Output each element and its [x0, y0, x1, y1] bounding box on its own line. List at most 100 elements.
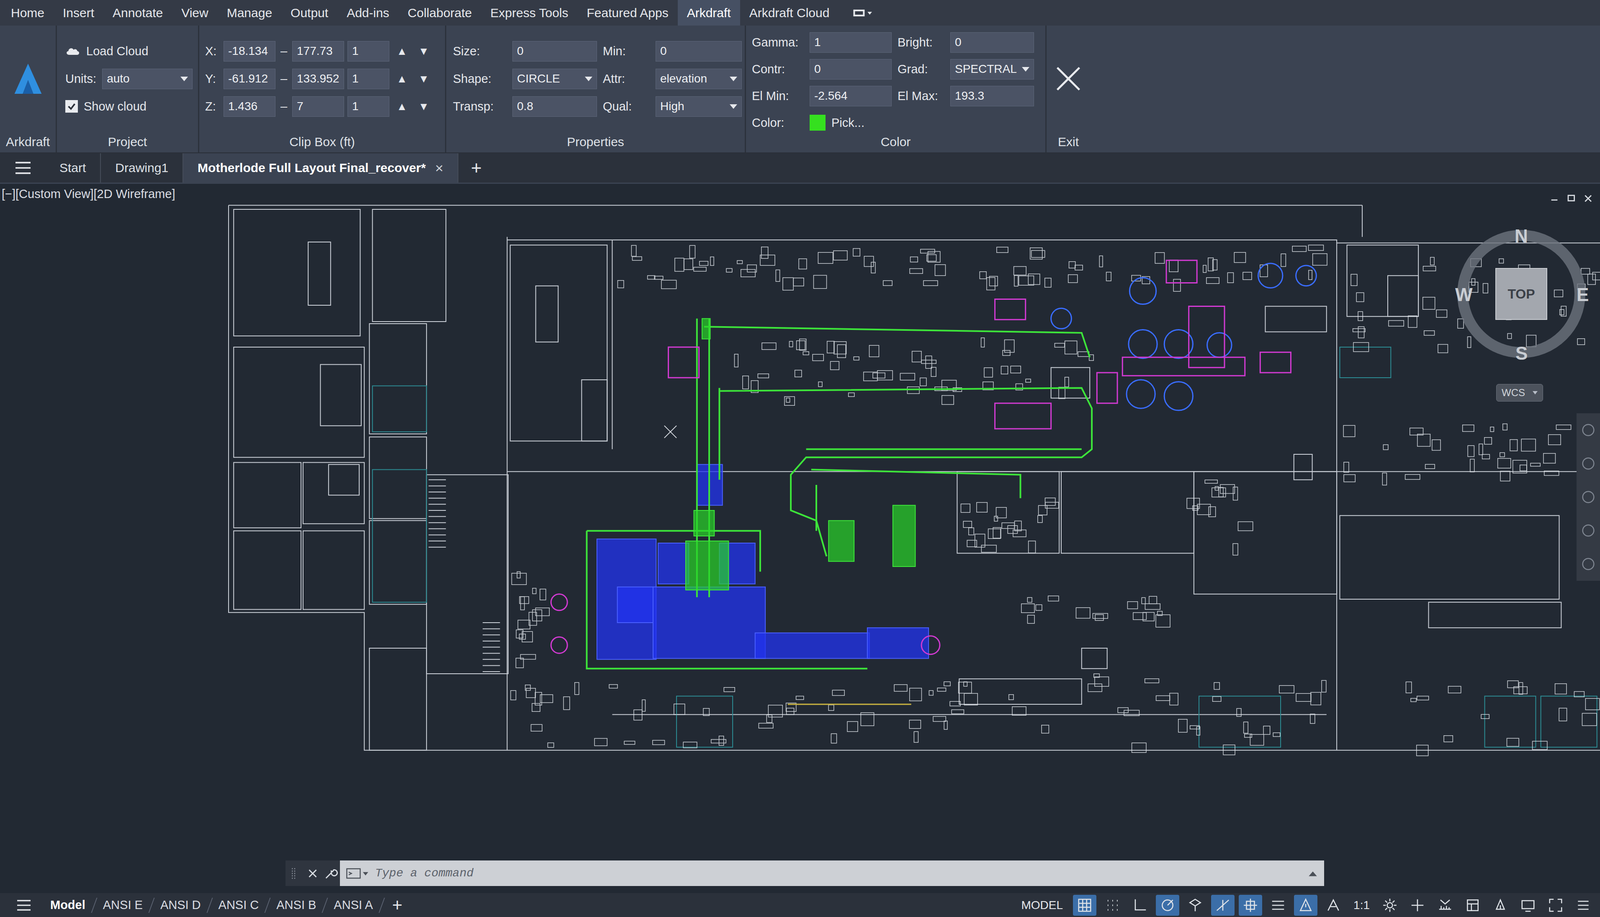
osnap-toggle[interactable]: [1238, 894, 1263, 916]
text-input[interactable]: 0.8: [512, 96, 597, 117]
show-cloud-checkbox[interactable]: Show cloud: [65, 99, 193, 114]
iso-toggle[interactable]: [1183, 894, 1207, 916]
text-input[interactable]: -2.564: [809, 85, 892, 107]
min-input[interactable]: 1.436: [223, 96, 276, 117]
checkbox[interactable]: [65, 100, 78, 113]
close-icon[interactable]: [305, 866, 320, 881]
navigation-tool-icon[interactable]: [1579, 421, 1597, 439]
panel-toggle-icon[interactable]: [851, 7, 874, 19]
ribbon-tab[interactable]: Add-ins: [337, 0, 399, 26]
load-cloud-button[interactable]: Load Cloud: [65, 44, 193, 59]
south-label[interactable]: S: [1515, 344, 1528, 363]
text-input[interactable]: 0: [809, 59, 892, 80]
isolate-toggle[interactable]: [1488, 894, 1513, 916]
file-tab[interactable]: Drawing1: [100, 153, 184, 183]
ortho-toggle[interactable]: [1128, 894, 1152, 916]
grip-icon[interactable]: [287, 866, 302, 881]
ribbon-tab[interactable]: Output: [281, 0, 338, 26]
color-pick-button[interactable]: Pick...: [809, 114, 892, 131]
east-label[interactable]: E: [1576, 285, 1589, 304]
viewcube[interactable]: N S W E TOP: [1445, 218, 1597, 370]
step-input[interactable]: 1: [347, 41, 390, 62]
text-input[interactable]: 1: [809, 32, 892, 53]
layout-tab[interactable]: ANSI E: [94, 892, 152, 917]
viewport-window-controls-icon[interactable]: [1549, 192, 1596, 204]
top-face[interactable]: TOP: [1495, 267, 1548, 320]
step-input[interactable]: 1: [347, 96, 390, 117]
increment-button[interactable]: ▲: [392, 72, 412, 86]
new-layout-button[interactable]: +: [382, 892, 413, 917]
navigation-tool-icon[interactable]: [1579, 488, 1597, 506]
text-input[interactable]: 0: [512, 41, 597, 62]
viewport-controls-label[interactable]: [−][Custom View][2D Wireframe]: [1, 187, 175, 201]
snap-toggle[interactable]: [1100, 894, 1125, 916]
new-tab-button[interactable]: +: [458, 153, 495, 183]
layout-tab[interactable]: ANSI A: [325, 892, 382, 917]
ribbon-tab[interactable]: Arkdraft: [677, 0, 741, 26]
file-tab[interactable]: Start: [45, 153, 101, 183]
ribbon-tab[interactable]: Insert: [53, 0, 104, 26]
ribbon-tab[interactable]: Annotate: [103, 0, 173, 26]
min-input[interactable]: -61.912: [223, 68, 276, 90]
fullscreen-toggle[interactable]: [1543, 894, 1568, 916]
menu-icon[interactable]: [15, 898, 33, 912]
ribbon-tab[interactable]: Home: [1, 0, 54, 26]
text-input[interactable]: 0: [950, 32, 1035, 53]
plus-toggle[interactable]: [1405, 894, 1430, 916]
navigation-tool-icon[interactable]: [1579, 522, 1597, 539]
max-input[interactable]: 177.73: [292, 41, 345, 62]
decrement-button[interactable]: ▼: [414, 72, 433, 86]
menu-icon[interactable]: [13, 160, 33, 176]
polar-toggle[interactable]: [1155, 894, 1180, 916]
west-label[interactable]: W: [1455, 285, 1473, 304]
prompt-icon[interactable]: [345, 866, 370, 880]
grid-toggle[interactable]: [1072, 894, 1097, 916]
dropdown[interactable]: High: [655, 96, 742, 117]
dropdown[interactable]: elevation: [655, 68, 742, 90]
annotation-scale[interactable]: 1:1: [1349, 898, 1374, 912]
dropdown[interactable]: CIRCLE: [512, 68, 597, 90]
arkdraft-logo-icon[interactable]: [12, 61, 44, 96]
gear-toggle[interactable]: [1378, 894, 1402, 916]
layout-tab[interactable]: ANSI D: [151, 892, 210, 917]
hardware-toggle[interactable]: [1516, 894, 1540, 916]
annovis-toggle[interactable]: [1321, 894, 1346, 916]
ribbon-tab[interactable]: Featured Apps: [577, 0, 678, 26]
increment-button[interactable]: ▲: [392, 100, 412, 114]
otrack-toggle[interactable]: [1211, 894, 1235, 916]
north-label[interactable]: N: [1514, 226, 1528, 246]
step-input[interactable]: 1: [347, 68, 390, 90]
ribbon-tab[interactable]: Arkdraft Cloud: [740, 0, 839, 26]
ribbon-tab[interactable]: Express Tools: [481, 0, 578, 26]
ribbon-tab[interactable]: Collaborate: [398, 0, 482, 26]
command-input[interactable]: Type a command: [339, 860, 1325, 886]
max-input[interactable]: 133.952: [292, 68, 345, 90]
layout-tab[interactable]: ANSI C: [210, 892, 268, 917]
wrench-icon[interactable]: [323, 866, 338, 881]
model-space-button[interactable]: MODEL: [1015, 898, 1069, 912]
decrement-button[interactable]: ▼: [414, 100, 433, 114]
min-input[interactable]: -18.134: [223, 41, 276, 62]
ribbon-tab[interactable]: View: [172, 0, 218, 26]
navigation-tool-icon[interactable]: [1579, 455, 1597, 472]
text-input[interactable]: 0: [655, 41, 742, 62]
close-tab-button[interactable]: ×: [434, 159, 444, 177]
increment-button[interactable]: ▲: [392, 44, 412, 58]
navigation-tool-icon[interactable]: [1579, 555, 1597, 573]
menu-toggle[interactable]: [1571, 894, 1595, 916]
ribbon-tab[interactable]: Manage: [217, 0, 282, 26]
units-toggle[interactable]: [1433, 894, 1457, 916]
ucs-menu[interactable]: WCS: [1496, 383, 1544, 402]
layout-tab[interactable]: ANSI B: [267, 892, 325, 917]
history-up-icon[interactable]: [1307, 869, 1319, 878]
dropdown[interactable]: SPECTRAL: [950, 59, 1035, 80]
text-input[interactable]: 193.3: [950, 85, 1035, 107]
annomon-toggle[interactable]: [1293, 894, 1318, 916]
units-dropdown[interactable]: auto: [102, 68, 193, 90]
decrement-button[interactable]: ▼: [414, 44, 433, 58]
max-input[interactable]: 7: [292, 96, 345, 117]
layout-tab[interactable]: Model: [41, 892, 94, 917]
lineweight-toggle[interactable]: [1266, 894, 1290, 916]
drawing-canvas[interactable]: [0, 183, 1600, 893]
file-tab[interactable]: Motherlode Full Layout Final_recover*×: [183, 153, 459, 183]
